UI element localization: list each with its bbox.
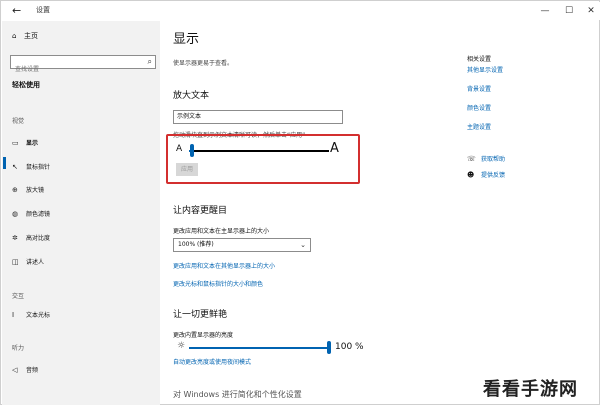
display-icon: ▭ xyxy=(12,139,19,147)
get-help-label: 获取帮助 xyxy=(481,156,506,163)
speaker-icon: ◁ xyxy=(12,366,18,374)
text-cursor-icon: I xyxy=(12,311,15,319)
search-icon[interactable]: ⌕ xyxy=(148,57,152,67)
simplify-heading: 对 Windows 进行简化和个性化设置 xyxy=(173,390,302,399)
search-box[interactable]: ⌕ xyxy=(10,55,156,76)
sidebar-item-magnifier[interactable]: ⊕ 放大镜 xyxy=(12,184,44,196)
brightness-thumb[interactable] xyxy=(327,341,331,354)
watermark-logo: 看看手游网 xyxy=(483,379,578,400)
sidebar-item-label: 显示 xyxy=(26,140,39,147)
zoom-text-heading: 放大文本 xyxy=(173,91,210,101)
home-icon: ⌂ xyxy=(12,32,17,40)
sidebar-item-audio[interactable]: ◁ 音频 xyxy=(12,364,38,376)
big-a-label: A xyxy=(330,141,339,156)
bigger-heading: 让内容更醒目 xyxy=(173,206,228,216)
sidebar-item-label: 讲述人 xyxy=(26,259,45,266)
sidebar-item-label: 音频 xyxy=(26,367,39,374)
cursor-pointer-link[interactable]: 更改光标和鼠标指针的大小和颜色 xyxy=(173,279,263,288)
text-size-slider[interactable]: A A xyxy=(176,141,346,158)
theme-settings-link[interactable]: 主题设置 xyxy=(467,122,491,131)
feedback-label: 提供反馈 xyxy=(481,172,506,179)
sidebar-item-label: 放大镜 xyxy=(26,187,45,194)
brightness-label: 更改内置显示器的亮度 xyxy=(173,332,234,339)
scale-value: 100% (推荐) xyxy=(178,241,214,248)
magnifier-icon: ⊕ xyxy=(12,186,18,194)
sidebar-item-narrator[interactable]: ◫ 讲述人 xyxy=(12,256,44,268)
section-interaction: 交互 xyxy=(12,293,25,300)
page-title: 显示 xyxy=(173,32,200,47)
section-vision: 视觉 xyxy=(12,118,25,125)
window-title: 设置 xyxy=(36,6,50,14)
sidebar-item-label: 鼠标指针 xyxy=(26,164,51,171)
high-contrast-icon: ✲ xyxy=(12,234,18,242)
feedback-link[interactable]: ☻ 提供反馈 xyxy=(467,170,505,179)
color-settings-link[interactable]: 颜色设置 xyxy=(467,103,491,112)
scale-dropdown[interactable]: 100% (推荐) ⌄ xyxy=(173,238,311,252)
mouse-pointer-icon: ↖ xyxy=(12,163,18,171)
related-settings-heading: 相关设置 xyxy=(467,56,492,63)
slider-thumb[interactable] xyxy=(189,144,194,157)
background-settings-link[interactable]: 背景设置 xyxy=(467,84,491,93)
close-icon[interactable]: ✕ xyxy=(576,2,600,20)
settings-window: ← 设置 — ☐ ✕ ⌂ 主页 ⌕ 轻松使用 视觉 ▭ 显示 ↖ 鼠标指针 ⊕ 放大镜 … xyxy=(0,0,600,405)
brightness-slider[interactable]: ☼ 100 % xyxy=(177,341,367,355)
sidebar-item-display[interactable]: ▭ 显示 xyxy=(12,137,38,149)
sidebar-item-mouse-pointer[interactable]: ↖ 鼠标指针 xyxy=(12,161,50,173)
sidebar-home[interactable]: ⌂ 主页 xyxy=(12,31,38,41)
sample-text-box: 示例文本 xyxy=(173,110,343,124)
sidebar: ⌂ 主页 ⌕ 轻松使用 视觉 ▭ 显示 ↖ 鼠标指针 ⊕ 放大镜 ◍ 颜色滤镜 ✲ 高对比度… xyxy=(2,21,160,405)
section-hearing: 听力 xyxy=(12,345,25,352)
back-arrow-icon[interactable]: ← xyxy=(12,4,26,18)
small-a-label: A xyxy=(176,144,183,154)
chevron-down-icon: ⌄ xyxy=(300,241,306,249)
sidebar-category: 轻松使用 xyxy=(12,81,40,89)
slider-hint: 拖动滑块直到示例文本清晰可读，然后单击“应用” xyxy=(173,132,306,139)
sun-icon: ☼ xyxy=(177,341,186,351)
apply-button[interactable]: 应用 xyxy=(176,163,198,176)
brightness-value: 100 % xyxy=(335,342,364,352)
sidebar-item-high-contrast[interactable]: ✲ 高对比度 xyxy=(12,232,50,244)
sidebar-item-color-filters[interactable]: ◍ 颜色滤镜 xyxy=(12,208,50,220)
help-chat-icon: ☏ xyxy=(467,155,476,163)
scale-label: 更改应用和文本在主显示器上的大小 xyxy=(173,228,270,235)
sidebar-item-text-cursor[interactable]: I 文本光标 xyxy=(12,309,50,321)
color-filter-icon: ◍ xyxy=(12,210,19,218)
search-input[interactable] xyxy=(11,63,131,76)
get-help-link[interactable]: ☏ 获取帮助 xyxy=(467,154,505,163)
other-display-settings-link[interactable]: 其他显示设置 xyxy=(467,65,503,74)
narrator-icon: ◫ xyxy=(12,258,19,266)
brightness-heading: 让一切更鲜艳 xyxy=(173,310,228,320)
sidebar-item-label: 高对比度 xyxy=(26,235,51,242)
sidebar-item-label: 颜色滤镜 xyxy=(26,211,51,218)
active-indicator xyxy=(3,157,6,169)
brightness-track[interactable] xyxy=(189,347,329,349)
page-subtitle: 使显示器更易于查看。 xyxy=(173,60,234,67)
feedback-icon: ☻ xyxy=(467,171,475,179)
sidebar-home-label: 主页 xyxy=(24,32,38,40)
slider-track[interactable] xyxy=(189,150,329,152)
title-bar: ← 设置 — ☐ ✕ xyxy=(2,2,600,20)
other-display-size-link[interactable]: 更改应用和文本在其他显示器上的大小 xyxy=(173,261,275,270)
night-mode-link[interactable]: 自动更改亮度或使用夜间模式 xyxy=(173,357,251,366)
sidebar-item-label: 文本光标 xyxy=(26,312,51,319)
